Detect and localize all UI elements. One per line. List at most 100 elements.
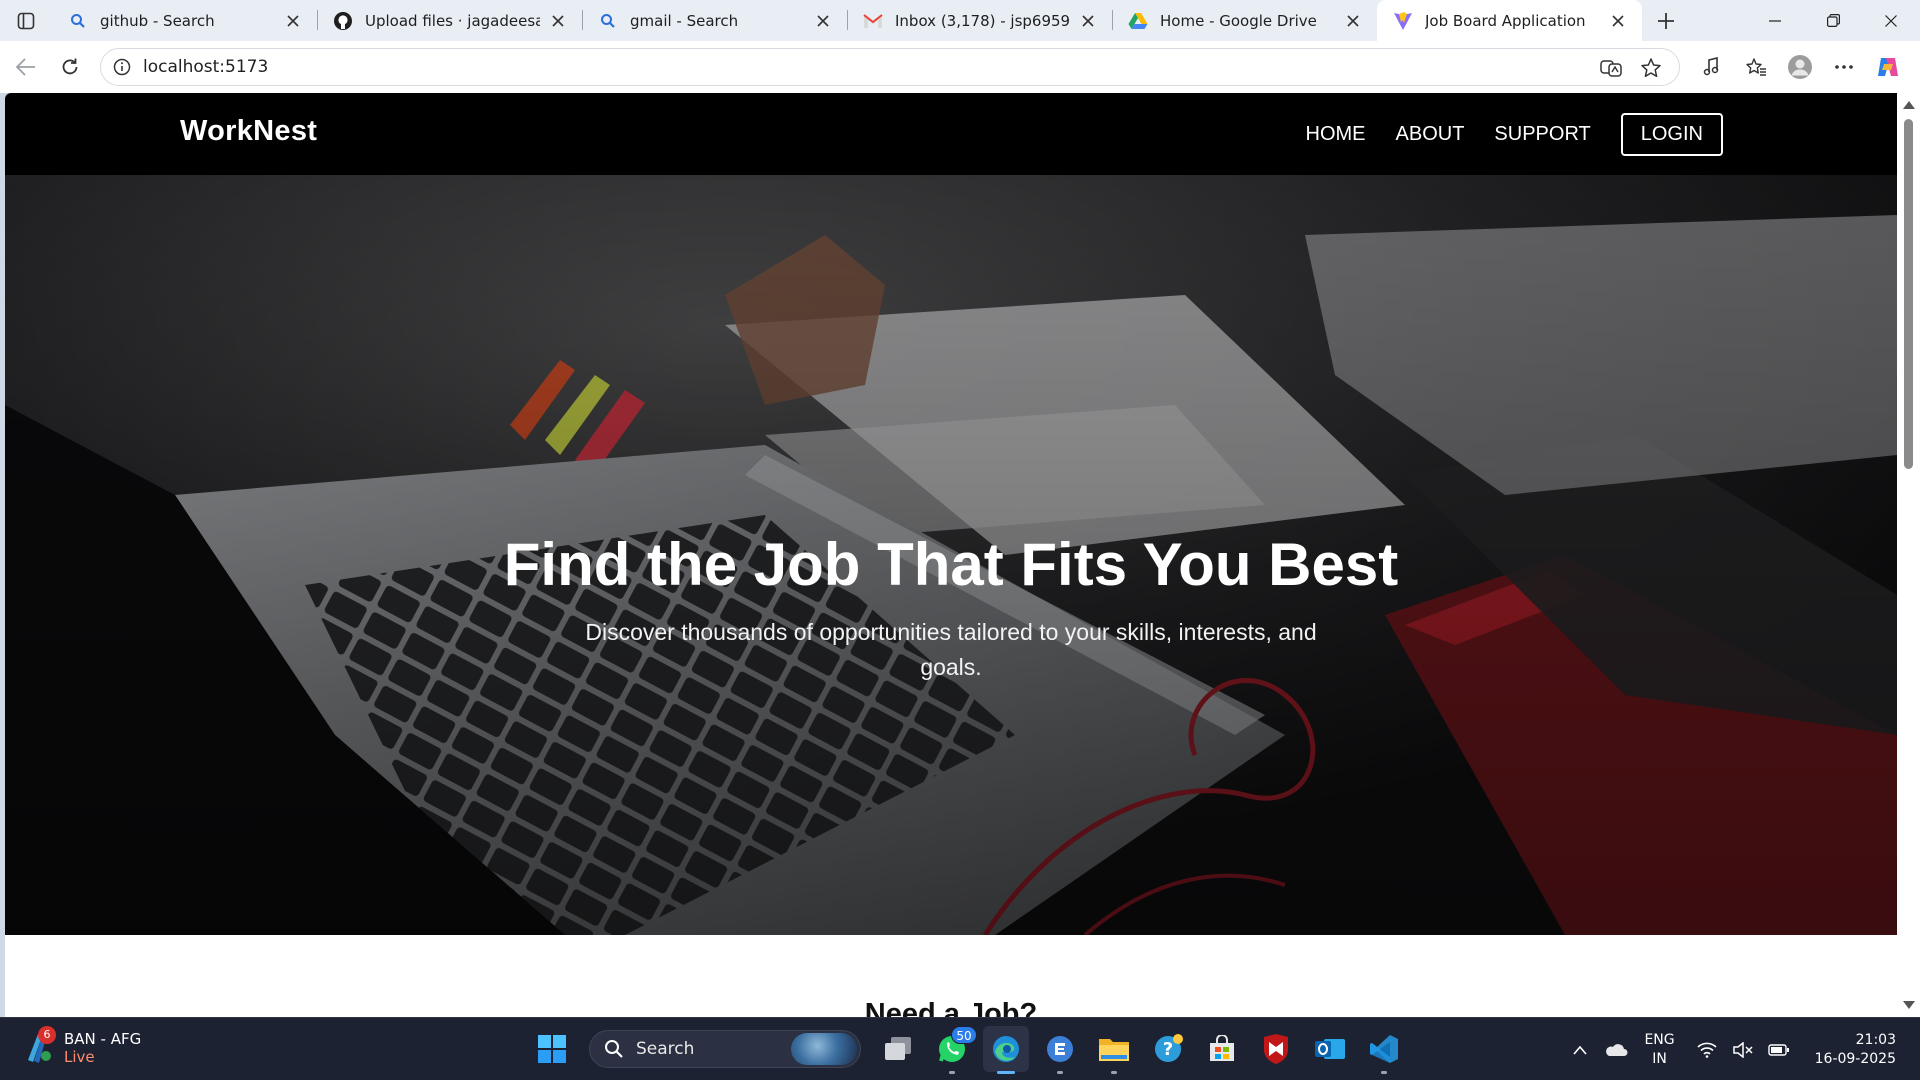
- tab-actions-button[interactable]: [0, 0, 52, 41]
- store-button[interactable]: [1199, 1026, 1245, 1072]
- windows-icon: [538, 1035, 566, 1063]
- page-viewport: WorkNest HOME ABOUT SUPPORT LOGIN Find t…: [5, 93, 1897, 1017]
- browser-tab[interactable]: Inbox (3,178) - jsp695960@g: [847, 0, 1112, 41]
- close-tab-icon[interactable]: [1078, 11, 1098, 31]
- close-tab-icon[interactable]: [1608, 11, 1628, 31]
- language-indicator[interactable]: ENG IN: [1644, 1031, 1674, 1069]
- windows-taskbar: 6 BAN - AFG Live Search 50 ? ENG IN 21:0…: [0, 1017, 1920, 1080]
- close-window-button[interactable]: [1862, 0, 1920, 41]
- volume-button[interactable]: [1725, 1030, 1761, 1070]
- scroll-down-arrow-icon[interactable]: [1903, 1001, 1915, 1009]
- outlook-button[interactable]: [1307, 1026, 1353, 1072]
- minimize-button[interactable]: [1746, 0, 1804, 41]
- search-icon: [605, 1040, 623, 1058]
- scroll-up-arrow-icon[interactable]: [1903, 101, 1915, 109]
- close-tab-icon[interactable]: [813, 11, 833, 31]
- clock-date: 16-09-2025: [1814, 1050, 1896, 1067]
- unread-badge: 50: [951, 1026, 977, 1044]
- address-bar[interactable]: localhost:5173: [100, 48, 1680, 86]
- vite-icon: [1393, 11, 1413, 31]
- start-button[interactable]: [529, 1026, 575, 1072]
- avatar-icon: [1788, 55, 1812, 79]
- vscode-button[interactable]: [1361, 1026, 1407, 1074]
- new-tab-button[interactable]: [1642, 0, 1690, 41]
- help-button[interactable]: ?: [1145, 1026, 1191, 1072]
- search-icon: [598, 11, 618, 31]
- mcafee-button[interactable]: [1253, 1026, 1299, 1072]
- vscode-icon: [1370, 1035, 1398, 1063]
- svg-text:?: ?: [1163, 1039, 1173, 1060]
- task-view-icon: [885, 1037, 911, 1060]
- browser-tab[interactable]: Home - Google Drive: [1112, 0, 1377, 41]
- profile-button[interactable]: [1778, 47, 1822, 87]
- nav-about-link[interactable]: ABOUT: [1396, 123, 1465, 146]
- translate-icon: [1600, 60, 1622, 77]
- browser-tab[interactable]: github - Search: [52, 0, 317, 41]
- file-explorer-button[interactable]: [1091, 1026, 1137, 1074]
- browser-tab[interactable]: Upload files · jagadeesan914: [317, 0, 582, 41]
- volume-muted-icon: [1732, 1041, 1753, 1058]
- taskbar-search[interactable]: Search: [589, 1030, 861, 1068]
- outlook-icon: [1315, 1039, 1345, 1059]
- back-button[interactable]: [4, 47, 48, 87]
- refresh-button[interactable]: [48, 47, 92, 87]
- close-tab-icon[interactable]: [283, 11, 303, 31]
- tab-title: Upload files · jagadeesan914: [365, 11, 540, 30]
- minimize-icon: [1769, 19, 1781, 22]
- wifi-icon: [1697, 1042, 1717, 1058]
- store-icon: [1210, 1035, 1234, 1061]
- battery-button[interactable]: [1761, 1030, 1797, 1070]
- media-button[interactable]: [1690, 47, 1734, 87]
- nav-home-link[interactable]: HOME: [1306, 123, 1366, 146]
- star-icon: [1641, 58, 1661, 78]
- running-indicator: [1381, 1071, 1387, 1074]
- nav-support-link[interactable]: SUPPORT: [1494, 123, 1590, 146]
- tab-title: github - Search: [100, 11, 215, 30]
- close-tab-icon[interactable]: [1343, 11, 1363, 31]
- running-indicator: [997, 1071, 1015, 1074]
- language-code: ENG: [1644, 1031, 1675, 1048]
- weather-status: Live: [64, 1048, 95, 1066]
- restore-icon: [1826, 14, 1840, 27]
- search-highlight-icon: [791, 1033, 857, 1065]
- scrollbar-thumb[interactable]: [1904, 119, 1913, 469]
- region-code: IN: [1652, 1050, 1667, 1067]
- folder-icon: [1099, 1039, 1129, 1061]
- edge-icon: [993, 1036, 1019, 1062]
- toolbar-actions: [1690, 47, 1910, 87]
- back-arrow-icon: [16, 58, 35, 76]
- help-icon: ?: [1155, 1034, 1183, 1062]
- restore-button[interactable]: [1804, 0, 1862, 41]
- site-navbar: WorkNest HOME ABOUT SUPPORT LOGIN: [5, 93, 1897, 175]
- more-menu-button[interactable]: [1822, 47, 1866, 87]
- wifi-button[interactable]: [1689, 1030, 1725, 1070]
- login-button[interactable]: LOGIN: [1620, 113, 1723, 156]
- url-text[interactable]: localhost:5173: [143, 57, 268, 77]
- browser-tab-strip: github - Search Upload files · jagadeesa…: [0, 0, 1920, 41]
- show-hidden-icons-button[interactable]: [1562, 1030, 1598, 1070]
- edge-browser-button[interactable]: [983, 1026, 1029, 1074]
- onedrive-button[interactable]: [1598, 1030, 1634, 1070]
- weather-widget[interactable]: 6 BAN - AFG Live: [24, 1026, 141, 1066]
- whatsapp-button[interactable]: 50: [929, 1026, 977, 1074]
- favorites-button[interactable]: [1734, 47, 1778, 87]
- more-dots-icon: [1835, 65, 1853, 69]
- copilot-button[interactable]: [1866, 47, 1910, 87]
- site-info-icon[interactable]: [113, 58, 131, 76]
- brand-logo[interactable]: WorkNest: [180, 115, 317, 148]
- close-icon: [1885, 14, 1897, 27]
- chevron-up-icon: [1573, 1045, 1588, 1055]
- hero-subtitle: Discover thousands of opportunities tail…: [585, 619, 1317, 680]
- read-aloud-button[interactable]: [1591, 53, 1631, 83]
- job-cta-card: Need a Job?: [391, 936, 1511, 1017]
- browser-tab-active[interactable]: Job Board Application: [1377, 0, 1642, 41]
- favorites-icon: [1746, 58, 1766, 76]
- clock[interactable]: 21:03 16-09-2025: [1815, 1031, 1896, 1069]
- running-indicator: [949, 1071, 955, 1074]
- favorite-star-button[interactable]: [1631, 53, 1671, 83]
- close-tab-icon[interactable]: [548, 11, 568, 31]
- page-scrollbar[interactable]: [1897, 93, 1920, 1017]
- browser-tab[interactable]: gmail - Search: [582, 0, 847, 41]
- app-button[interactable]: [1037, 1026, 1083, 1074]
- task-view-button[interactable]: [875, 1026, 921, 1072]
